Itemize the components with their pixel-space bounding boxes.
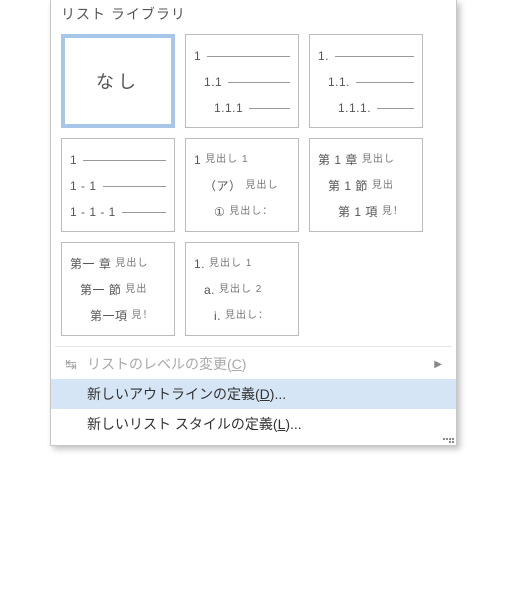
tile-level-label: 1.1 [204, 69, 222, 95]
menu-change-list-level: ↹ リストのレベルの変更(C) ▶ [51, 349, 456, 379]
list-style-grid: なし11.11.1.11.1.1.1.1.1.11 - 11 - 1 - 11見… [51, 30, 456, 346]
tile-level-line: 1.1.1. [318, 95, 414, 121]
tile-heading-sub: 見！ [132, 303, 154, 329]
tile-level-label: 1 [194, 43, 201, 69]
tile-level-label: 1 - 1 [70, 173, 97, 199]
tile-level-label: 1 - 1 - 1 [70, 199, 116, 225]
tile-heading-label: 第 1 節 [328, 173, 368, 199]
tile-heading-line: 第 1 節見出 [318, 173, 414, 199]
menu-label: 新しいリスト スタイルの定義(L)... [81, 414, 442, 434]
multilevel-list-dropdown: リスト ライブラリ なし11.11.1.11.1.1.1.1.1.11 - 11… [50, 0, 457, 446]
tile-heading-line: 第一 章見出し [70, 251, 166, 277]
indent-icon: ↹ [61, 356, 81, 373]
tile-level-line: 1.1. [318, 69, 414, 95]
tile-heading-line: 第一 節見出 [70, 277, 166, 303]
tile-heading-label: i. [214, 303, 221, 329]
tile-heading-sub: 見出 [372, 173, 394, 199]
list-style-tile[interactable]: 1.見出し 1a.見出し 2i.見出し： [185, 242, 299, 336]
menu-define-new-outline[interactable]: 新しいアウトラインの定義(D)... [51, 379, 456, 409]
resize-grip-icon[interactable] [442, 432, 454, 444]
tile-heading-label: 1 [194, 147, 201, 173]
list-style-tile[interactable]: 1見出し 1（ア）見出し①見出し： [185, 138, 299, 232]
tile-heading-label: 第一項 [90, 303, 128, 329]
tile-level-line: 1 [194, 43, 290, 69]
tile-heading-line: a.見出し 2 [194, 277, 290, 303]
tile-heading-label: 第一 章 [70, 251, 111, 277]
tile-level-line: 1.1 [194, 69, 290, 95]
tile-heading-sub: 見出 [125, 277, 147, 303]
tile-heading-label: 第一 節 [80, 277, 121, 303]
tile-heading-label: 第 1 項 [338, 199, 378, 225]
tile-heading-label: a. [204, 277, 215, 303]
tile-heading-line: 1見出し 1 [194, 147, 290, 173]
tile-heading-line: （ア）見出し [194, 173, 290, 199]
tile-rule [249, 108, 290, 109]
tile-heading-line: 第一項見！ [70, 303, 166, 329]
tile-level-line: 1.1.1 [194, 95, 290, 121]
tile-heading-sub: 見！ [382, 199, 404, 225]
tile-heading-label: ① [214, 199, 225, 225]
tile-heading-sub: 見出し 1 [205, 147, 248, 173]
menu-define-new-list-style[interactable]: 新しいリスト スタイルの定義(L)... [51, 409, 456, 439]
tile-level-line: 1 [70, 147, 166, 173]
tile-level-line: 1 - 1 [70, 173, 166, 199]
tile-heading-sub: 見出し： [225, 303, 269, 329]
tile-heading-line: 1.見出し 1 [194, 251, 290, 277]
tile-rule [83, 160, 166, 161]
tile-heading-sub: 見出し [115, 251, 148, 277]
tile-heading-line: 第 1 項見！ [318, 199, 414, 225]
tile-heading-label: 1. [194, 251, 205, 277]
tile-heading-sub: 見出し： [229, 199, 273, 225]
tile-level-label: 1.1. [328, 69, 350, 95]
menu-label: リストのレベルの変更(C) [81, 354, 434, 374]
list-style-tile[interactable]: なし [61, 34, 175, 128]
tile-level-label: 1. [318, 43, 329, 69]
tile-heading-sub: 見出し [362, 147, 395, 173]
tile-rule [207, 56, 290, 57]
menu: ↹ リストのレベルの変更(C) ▶ 新しいアウトラインの定義(D)... 新しい… [51, 347, 456, 445]
tile-none-label: なし [96, 68, 140, 94]
tile-heading-line: ①見出し： [194, 199, 290, 225]
tile-heading-label: 第 1 章 [318, 147, 358, 173]
tile-heading-line: 第 1 章見出し [318, 147, 414, 173]
tile-rule [122, 212, 166, 213]
list-style-tile[interactable]: 11 - 11 - 1 - 1 [61, 138, 175, 232]
tile-heading-sub: 見出し 2 [219, 277, 262, 303]
tile-level-label: 1 [70, 147, 77, 173]
list-style-tile[interactable]: 11.11.1.1 [185, 34, 299, 128]
tile-heading-line: i.見出し： [194, 303, 290, 329]
menu-label: 新しいアウトラインの定義(D)... [81, 384, 442, 404]
tile-level-label: 1.1.1. [338, 95, 371, 121]
tile-heading-sub: 見出し 1 [209, 251, 252, 277]
tile-level-line: 1. [318, 43, 414, 69]
tile-rule [103, 186, 166, 187]
tile-rule [335, 56, 414, 57]
list-style-tile[interactable]: 1.1.1.1.1.1. [309, 34, 423, 128]
tile-level-label: 1.1.1 [214, 95, 243, 121]
submenu-arrow-icon: ▶ [434, 359, 442, 370]
tile-rule [377, 108, 414, 109]
list-style-tile[interactable]: 第一 章見出し第一 節見出第一項見！ [61, 242, 175, 336]
tile-rule [356, 82, 414, 83]
section-header: リスト ライブラリ [51, 0, 456, 30]
tile-heading-sub: 見出し [246, 173, 279, 199]
tile-heading-label: （ア） [204, 173, 242, 199]
tile-level-line: 1 - 1 - 1 [70, 199, 166, 225]
list-style-tile[interactable]: 第 1 章見出し第 1 節見出第 1 項見！ [309, 138, 423, 232]
tile-rule [228, 82, 290, 83]
